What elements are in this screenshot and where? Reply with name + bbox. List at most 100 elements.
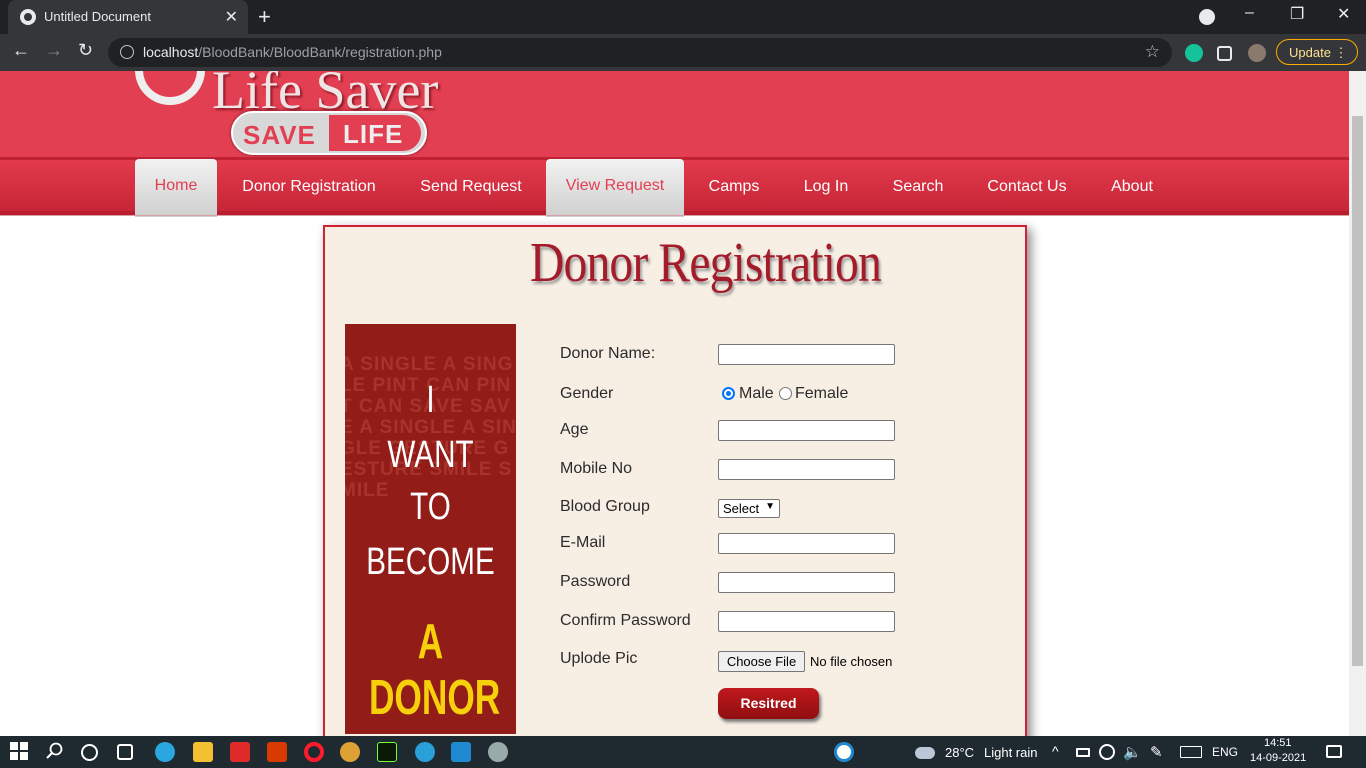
nav-home[interactable]: Home <box>135 159 217 217</box>
chrome-icon[interactable] <box>340 742 360 762</box>
weather-temperature[interactable]: 28°C <box>945 745 974 760</box>
age-input[interactable] <box>718 420 895 441</box>
bookmark-star-icon[interactable]: ☆ <box>1145 42 1160 62</box>
tab-search-icon[interactable] <box>1199 9 1215 25</box>
help-icon[interactable] <box>834 742 854 762</box>
forward-button[interactable]: → <box>45 40 63 61</box>
nav-log-in[interactable]: Log In <box>792 160 860 217</box>
scrollbar-thumb[interactable] <box>1352 116 1363 666</box>
choose-file-button[interactable]: Choose File <box>718 651 805 672</box>
mobile-input[interactable] <box>718 459 895 480</box>
header-divider <box>0 215 1349 216</box>
brave-b-icon[interactable] <box>230 742 250 762</box>
language-indicator[interactable]: ENG <box>1212 745 1238 759</box>
restore-button[interactable]: ❐ <box>1290 4 1304 24</box>
main-navigation: Home Donor Registration Send Request Vie… <box>0 157 1349 217</box>
confirm-password-input[interactable] <box>718 611 895 632</box>
network-globe-icon[interactable] <box>1099 744 1115 760</box>
task-view-icon[interactable] <box>117 744 133 760</box>
poster-line-4: BECOME <box>366 541 495 583</box>
globe-icon <box>20 9 36 25</box>
people-icon[interactable] <box>871 742 891 762</box>
donor-registration-panel: Donor Registration A SINGLE A SINGLE PIN… <box>323 225 1027 736</box>
telegram-icon[interactable] <box>415 742 435 762</box>
email-label: E-Mail <box>560 534 606 551</box>
nav-search[interactable]: Search <box>881 160 955 217</box>
badge-life-text: LIFE <box>329 115 421 151</box>
chevron-up-icon[interactable]: ^ <box>1052 743 1059 759</box>
blood-group-value: Select <box>723 501 760 516</box>
gender-male-radio[interactable] <box>722 387 735 400</box>
nav-send-request[interactable]: Send Request <box>405 160 537 217</box>
age-label: Age <box>560 421 589 438</box>
poster-line-2: WANT <box>387 434 474 476</box>
poster-line-5: A DONOR <box>368 615 501 725</box>
site-info-icon[interactable] <box>120 45 134 59</box>
file-explorer-icon[interactable] <box>193 742 213 762</box>
clock-date[interactable]: 14-09-2021 <box>1250 752 1306 764</box>
gender-female-label: Female <box>795 385 849 402</box>
browser-tab-bar: Untitled Document ✕ + – ❐ ✕ <box>0 0 1366 34</box>
minimize-button[interactable]: – <box>1245 4 1254 22</box>
nav-contact-us[interactable]: Contact Us <box>977 160 1077 217</box>
gender-label: Gender <box>560 385 614 402</box>
register-submit-button[interactable]: Resitred <box>718 688 819 719</box>
password-input[interactable] <box>718 572 895 593</box>
badge-save-text: SAVE <box>243 120 316 150</box>
gender-male-label: Male <box>739 385 774 402</box>
notifications-icon[interactable] <box>1326 745 1342 758</box>
email-input[interactable] <box>718 533 895 554</box>
cortana-icon[interactable] <box>81 744 98 761</box>
edge-icon[interactable] <box>155 742 175 762</box>
poster-background-text: A SINGLE A SINGLE PINT CAN PINT CAN SAVE… <box>345 354 516 501</box>
office-icon[interactable] <box>267 742 287 762</box>
poster-line-1: I <box>426 379 435 421</box>
extensions-puzzle-icon[interactable] <box>1217 46 1232 61</box>
donor-name-label: Donor Name: <box>560 345 656 362</box>
logo-heart-icon <box>135 71 205 105</box>
gender-female-radio[interactable] <box>779 387 792 400</box>
close-tab-icon[interactable]: ✕ <box>225 7 238 27</box>
file-status-text: No file chosen <box>810 654 893 669</box>
become-donor-poster: A SINGLE A SINGLE PINT CAN PINT CAN SAVE… <box>345 324 516 734</box>
profile-avatar[interactable] <box>1248 44 1266 62</box>
tab-title: Untitled Document <box>44 9 151 24</box>
clock-time[interactable]: 14:51 <box>1264 737 1292 749</box>
back-button[interactable]: ← <box>12 40 30 61</box>
blood-group-select[interactable]: Select ▼ <box>718 499 780 518</box>
windows-taskbar: 28°C Light rain ^ 🔈 ✎ ENG 14:51 14-09-20… <box>0 736 1366 768</box>
save-life-badge: SAVE LIFE <box>231 111 427 155</box>
paint-icon[interactable] <box>488 742 508 762</box>
nav-camps[interactable]: Camps <box>698 160 770 217</box>
confirm-password-label: Confirm Password <box>560 612 691 629</box>
window-close-button[interactable]: ✕ <box>1337 4 1350 24</box>
keyboard-icon[interactable] <box>1180 746 1202 758</box>
browser-toolbar: ← → ↻ localhost/BloodBank/BloodBank/regi… <box>0 34 1366 71</box>
windows-start-icon[interactable] <box>10 742 30 762</box>
donor-name-input[interactable] <box>718 344 895 365</box>
page-scrollbar[interactable] <box>1349 71 1366 736</box>
new-tab-button[interactable]: + <box>258 4 271 30</box>
dreamweaver-icon[interactable] <box>377 742 397 762</box>
nav-view-request[interactable]: View Request <box>546 159 684 217</box>
grammarly-extension-icon[interactable] <box>1185 44 1203 62</box>
volume-icon[interactable]: 🔈 <box>1123 743 1142 761</box>
web-page: Life Saver SAVE LIFE Home Donor Registra… <box>0 71 1366 736</box>
vscode-icon[interactable] <box>451 742 471 762</box>
password-label: Password <box>560 573 631 590</box>
weather-cloud-icon[interactable] <box>915 747 935 759</box>
address-bar[interactable]: localhost/BloodBank/BloodBank/registrati… <box>108 38 1172 67</box>
search-icon[interactable] <box>46 742 66 762</box>
upload-pic-label: Uplode Pic <box>560 650 638 667</box>
opera-icon[interactable] <box>304 742 324 762</box>
chevron-down-icon: ▼ <box>765 501 775 512</box>
nav-donor-registration[interactable]: Donor Registration <box>229 160 389 217</box>
pen-icon[interactable]: ✎ <box>1150 743 1163 761</box>
mobile-label: Mobile No <box>560 460 633 477</box>
browser-tab[interactable]: Untitled Document ✕ <box>8 0 248 34</box>
battery-icon[interactable] <box>1076 748 1090 757</box>
nav-about[interactable]: About <box>1099 160 1165 217</box>
weather-condition[interactable]: Light rain <box>984 745 1037 760</box>
update-button[interactable]: Update ⋮ <box>1276 39 1358 65</box>
reload-button[interactable]: ↻ <box>78 40 93 61</box>
